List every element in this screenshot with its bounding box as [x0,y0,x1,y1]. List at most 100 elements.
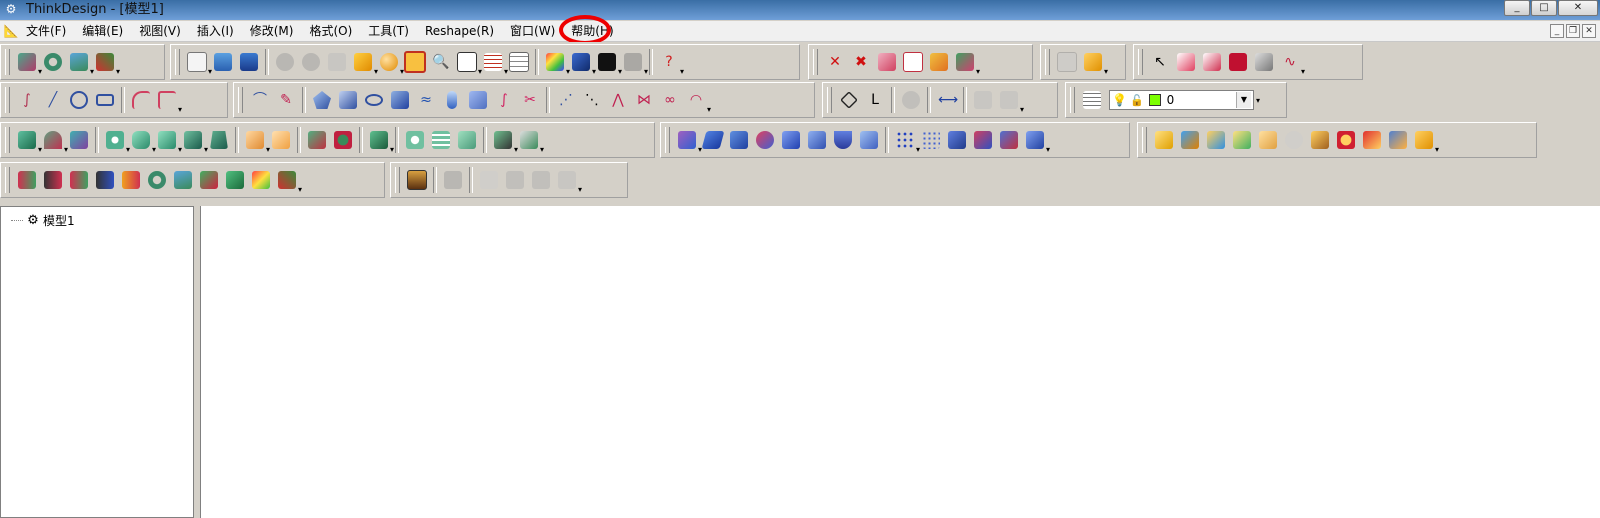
lock-icon[interactable]: 🔓 [1130,94,1144,107]
control-points-2-button[interactable] [41,168,65,192]
menu-edit[interactable]: 编辑(E) [82,21,131,41]
menu-insert[interactable]: 插入(I) [197,21,242,41]
section-plane-button[interactable] [997,88,1024,114]
menu-help[interactable]: 帮助(H) [559,15,621,45]
ring-surface-button[interactable] [41,50,65,74]
mesh-button[interactable] [919,128,943,152]
plane-patch-button[interactable] [701,128,725,152]
toolbar-grip[interactable] [5,87,10,113]
solid-wire-button[interactable] [517,128,544,154]
repeat-button[interactable] [325,50,349,74]
curve-freehand-button[interactable]: ✎ [274,88,298,112]
dimension-l-button[interactable]: L [863,88,887,112]
draft-solid-button[interactable] [207,128,231,152]
solid-transform-button[interactable] [491,128,518,154]
fill-surface-button[interactable] [675,128,702,154]
toolbar-grip[interactable] [395,167,400,193]
image-map-button[interactable] [477,168,501,192]
project-curve-button[interactable] [388,88,412,112]
polygon-button[interactable] [310,88,334,112]
control-points-4-button[interactable] [93,168,117,192]
sweep-surface-button[interactable] [67,50,94,76]
minimize-button[interactable]: _ [1504,0,1530,16]
sweep2-button[interactable] [779,128,803,152]
offset-surface-button[interactable] [805,128,829,152]
new-file-button[interactable] [185,50,212,76]
select-button[interactable]: ↖ [1148,50,1172,74]
peak-curve-button[interactable]: ⋀ [606,88,630,112]
part-edit-button[interactable] [1081,50,1108,76]
shield-surface-button[interactable] [831,128,855,152]
menu-window[interactable]: 窗口(W) [510,21,563,41]
line-button[interactable]: ╱ [41,88,65,112]
revolve-surface-button[interactable] [753,128,777,152]
intersect-curve-button[interactable] [466,88,490,112]
render-button[interactable] [569,50,596,76]
maximize-button[interactable]: □ [1531,0,1557,16]
control-points-button[interactable] [15,168,39,192]
insert-component-button[interactable] [1178,128,1202,152]
image-button[interactable] [405,168,429,192]
image-crop-button[interactable] [503,168,527,192]
edit-curve-button[interactable] [875,50,899,74]
ellipse-button[interactable] [362,88,386,112]
view-cube-button[interactable] [455,50,482,76]
fillet-button[interactable] [129,88,153,112]
sphere-button[interactable] [377,50,404,76]
app-icon[interactable]: ⚙ [4,2,18,16]
new-component-button[interactable] [1152,128,1176,152]
distance-button[interactable]: ⟷ [935,88,959,112]
component-move-button[interactable] [1386,128,1410,152]
arc-curve-button[interactable]: ◠ [684,88,711,114]
toolbar-grip[interactable] [238,87,243,113]
component-tree-button[interactable] [1256,128,1280,152]
hole-button[interactable] [103,128,130,154]
measure-button[interactable] [899,88,923,112]
bulb-icon[interactable]: 💡 [1112,93,1127,107]
revolve-button[interactable] [41,128,68,154]
close-button[interactable]: ✕ [1558,0,1598,16]
select-edge-button[interactable] [1200,50,1224,74]
doc-close-button[interactable]: ✕ [1582,24,1596,38]
menu-modify[interactable]: 修改(M) [250,21,302,41]
mesh-arrow-button[interactable] [997,128,1021,152]
fit-view-button[interactable] [403,50,427,74]
menu-reshape[interactable]: Reshape(R) [425,21,502,41]
document-icon[interactable]: 📐 [3,23,19,39]
mesh-book-button[interactable] [971,128,995,152]
circle-button[interactable] [67,88,91,112]
component-hammer-button[interactable] [1308,128,1332,152]
component-rotate-button[interactable] [1360,128,1384,152]
toolbar-grip[interactable] [827,87,832,113]
select-solid-button[interactable] [1226,50,1250,74]
control-points-5-button[interactable] [119,168,143,192]
open-file-button[interactable] [211,50,235,74]
chamfer-button[interactable] [155,88,182,114]
zoom-button[interactable]: 🔍 [429,50,453,74]
component-constraint-button[interactable] [1334,128,1358,152]
menu-tools[interactable]: 工具(T) [368,21,417,41]
wave-curve-button[interactable]: ≈ [414,88,438,112]
save-button[interactable] [237,50,261,74]
mesh-view-button[interactable] [1023,128,1050,154]
boolean-sub-button[interactable] [269,128,293,152]
image-move-button[interactable] [529,168,553,192]
layer-selector[interactable]: 💡 🔓 0 ▼ [1109,90,1254,110]
copy-button[interactable] [901,50,925,74]
redo-button[interactable] [299,50,323,74]
grid-button[interactable] [481,50,508,76]
transform-button[interactable] [953,50,980,76]
hidden-lines-button[interactable] [621,50,648,76]
chevron-down-icon[interactable]: ▼ [1236,92,1251,108]
point-cloud-button[interactable] [893,128,920,154]
wire-button[interactable] [595,50,622,76]
image-edit-button[interactable] [441,168,465,192]
tree-item-model[interactable]: ⚙ 模型1 [11,212,75,229]
section-button[interactable] [971,88,995,112]
fillet-solid-button[interactable] [129,128,156,154]
boolean-add-button[interactable] [243,128,270,154]
doc-restore-button[interactable]: ❐ [1566,24,1580,38]
select-face-button[interactable] [1174,50,1198,74]
box-surface-button[interactable] [857,128,881,152]
analysis-button[interactable] [249,168,273,192]
